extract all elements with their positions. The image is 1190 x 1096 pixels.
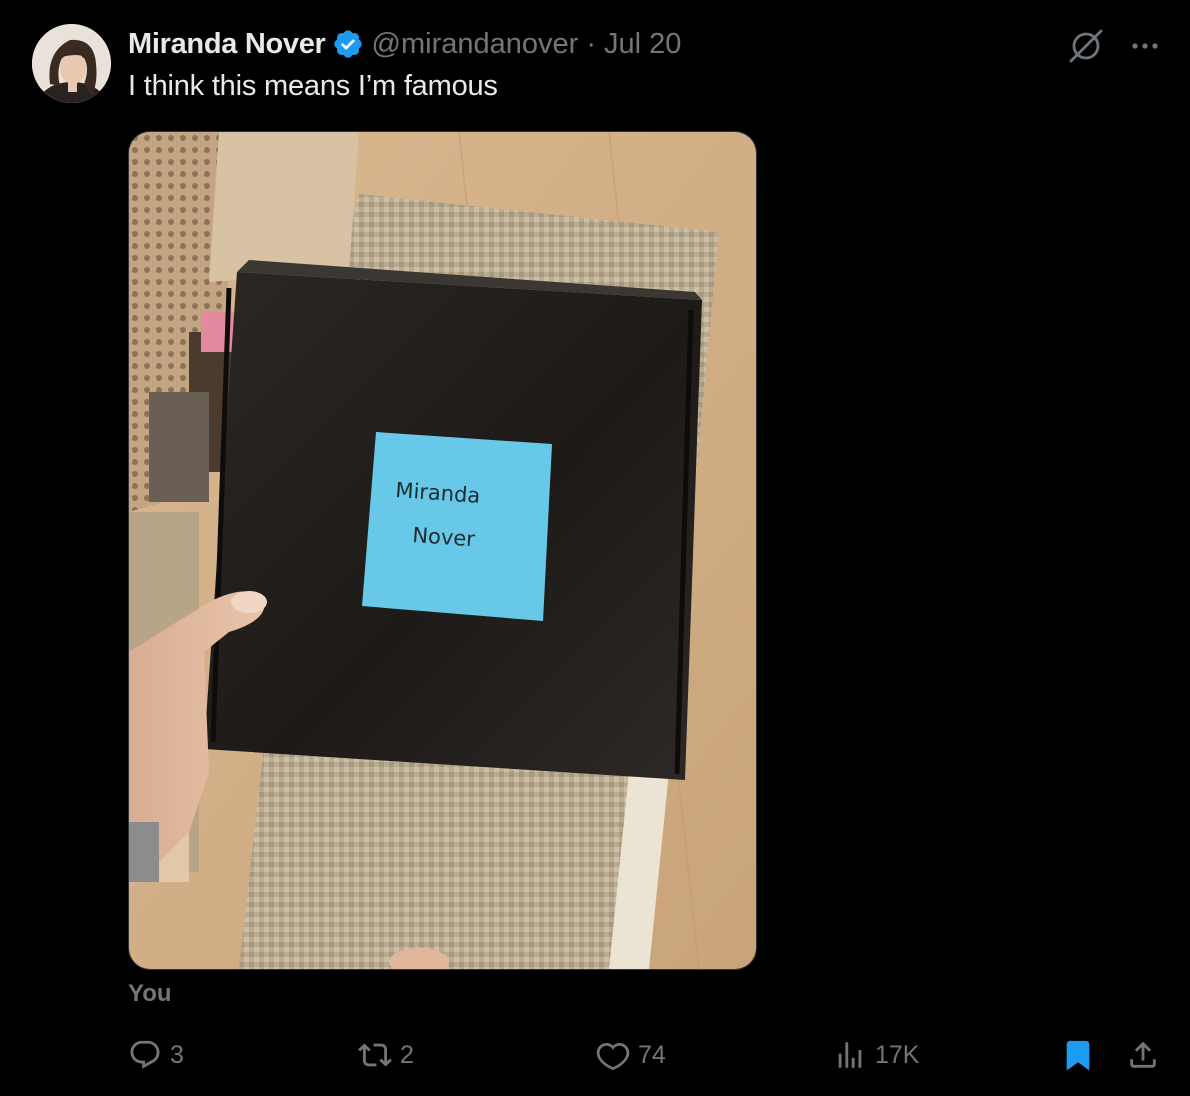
reply-button[interactable]: 3 bbox=[128, 1034, 184, 1076]
tweet-actions: 3 2 74 17K bbox=[128, 1034, 1168, 1076]
share-button[interactable] bbox=[1126, 1034, 1160, 1076]
bookmark-icon bbox=[1066, 1040, 1090, 1071]
tweet-date[interactable]: Jul 20 bbox=[604, 28, 681, 61]
retweet-icon bbox=[358, 1043, 392, 1067]
heart-icon bbox=[596, 1042, 630, 1071]
retweet-count: 2 bbox=[400, 1040, 414, 1069]
tweet-header: Miranda Nover @mirandanover · Jul 20 bbox=[128, 26, 681, 62]
separator-dot: · bbox=[586, 27, 596, 60]
reply-icon bbox=[130, 1040, 160, 1069]
like-count: 74 bbox=[638, 1040, 666, 1069]
user-handle[interactable]: @mirandanover bbox=[372, 28, 579, 61]
verified-badge-icon[interactable] bbox=[332, 28, 364, 60]
bookmark-button[interactable] bbox=[1061, 1034, 1095, 1076]
like-button[interactable]: 74 bbox=[596, 1034, 666, 1076]
views-count: 17K bbox=[875, 1040, 920, 1069]
share-icon bbox=[1130, 1041, 1156, 1068]
tweet-photo[interactable]: Miranda Nover bbox=[128, 131, 757, 970]
media-tag-label[interactable]: You bbox=[128, 980, 172, 1008]
avatar[interactable] bbox=[32, 24, 111, 103]
analytics-icon bbox=[838, 1042, 862, 1068]
views-button[interactable]: 17K bbox=[833, 1034, 919, 1076]
retweet-button[interactable]: 2 bbox=[358, 1034, 414, 1076]
sticky-note-line2: Nover bbox=[412, 523, 476, 551]
display-name[interactable]: Miranda Nover bbox=[128, 28, 326, 61]
tweet-text: I think this means I’m famous bbox=[128, 70, 498, 102]
more-icon[interactable] bbox=[1128, 29, 1162, 63]
photo-scene: Miranda Nover bbox=[129, 132, 756, 969]
tweet-top-actions bbox=[1066, 26, 1162, 66]
reply-count: 3 bbox=[170, 1040, 184, 1069]
grok-icon[interactable] bbox=[1066, 26, 1106, 66]
tweet: Miranda Nover @mirandanover · Jul 20 I t bbox=[0, 0, 1190, 1096]
